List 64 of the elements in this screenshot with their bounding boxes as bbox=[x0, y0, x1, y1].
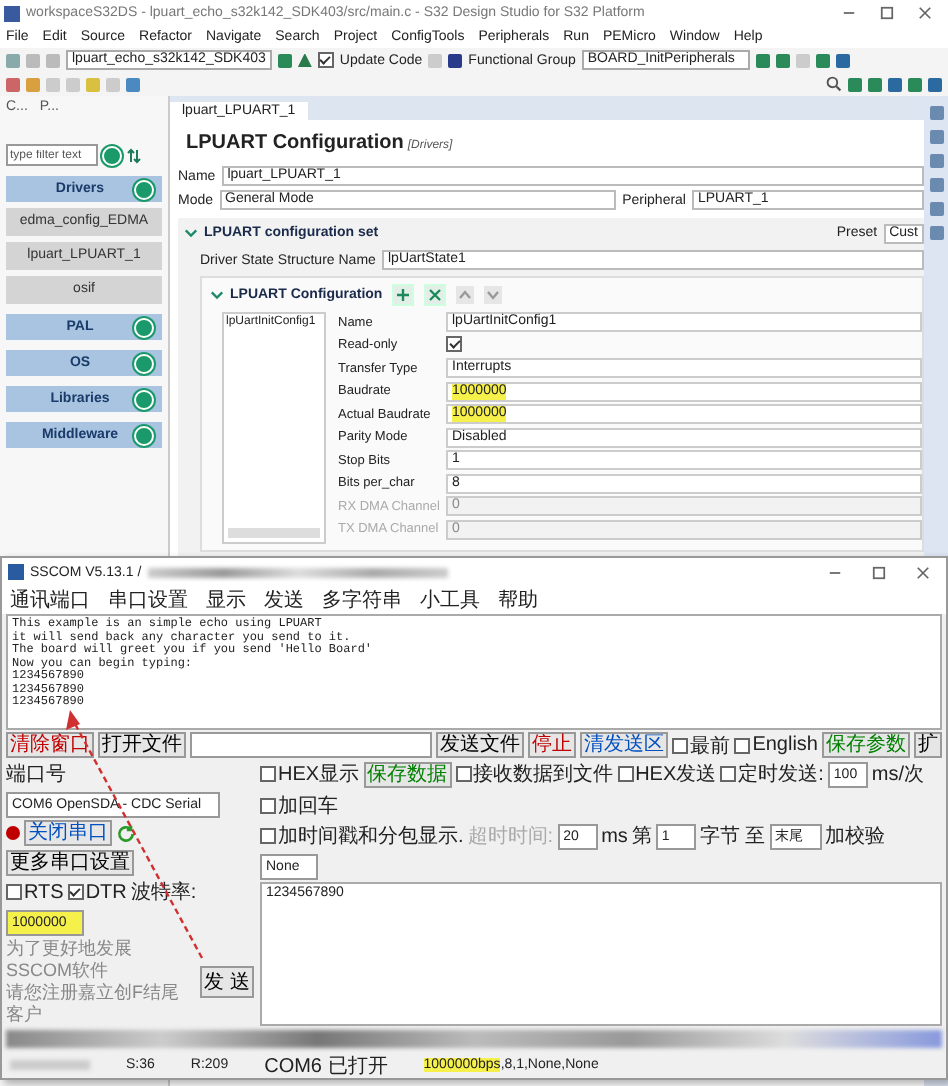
control-label: ms bbox=[601, 825, 628, 847]
blurred-text bbox=[10, 1060, 90, 1070]
checkbox[interactable]: DTR bbox=[67, 881, 127, 903]
send-button[interactable]: 发 送 bbox=[200, 966, 254, 998]
notice-text: 为了更好地发展SSCOM软件 bbox=[6, 938, 134, 982]
control-label: 超时时间: bbox=[467, 823, 554, 850]
toolbar-button[interactable]: 打开文件 bbox=[98, 732, 186, 758]
warning-icon[interactable] bbox=[297, 53, 312, 67]
toolbar-button[interactable]: 清发送区 bbox=[580, 732, 669, 758]
toolbar-button[interactable]: 保存参数 bbox=[822, 732, 910, 758]
property-checkbox[interactable] bbox=[446, 335, 462, 352]
toolbar-button[interactable]: 停止 bbox=[528, 732, 577, 758]
toolbar-button[interactable]: 发送文件 bbox=[436, 732, 525, 758]
app-icon bbox=[8, 564, 24, 580]
close-icon[interactable] bbox=[916, 565, 930, 579]
control-label: ms/次 bbox=[871, 762, 925, 788]
save-data-button[interactable]: 保存数据 bbox=[363, 761, 452, 787]
up-button[interactable] bbox=[456, 286, 475, 304]
receive-area[interactable] bbox=[6, 614, 942, 730]
app-icon bbox=[4, 5, 20, 21]
checkbox[interactable]: HEX显示 bbox=[260, 760, 360, 788]
control-label: 端口号 bbox=[6, 761, 66, 788]
control-label: 波特率: bbox=[130, 879, 197, 906]
checkbox[interactable]: HEX发送 bbox=[617, 760, 717, 788]
control-label: 字节 至 bbox=[699, 823, 766, 850]
menu-item[interactable]: 串口设置 bbox=[108, 586, 188, 614]
square-icon bbox=[448, 53, 463, 67]
remove-button[interactable] bbox=[424, 284, 447, 306]
port-status: COM6 已打开 bbox=[264, 1053, 388, 1079]
update-code-checkbox[interactable] bbox=[317, 52, 334, 68]
serial-button[interactable]: 关闭串口 bbox=[24, 820, 112, 846]
page-heading: LPUART Configuration bbox=[186, 132, 404, 154]
checkbox[interactable]: 最前 bbox=[672, 731, 731, 759]
checkbox[interactable]: 加回车 bbox=[260, 792, 338, 820]
control-label: 第 bbox=[631, 824, 652, 850]
chevron-icon[interactable] bbox=[210, 288, 224, 302]
serial-button[interactable]: 更多串口设置 bbox=[6, 850, 134, 876]
file-path-field[interactable] bbox=[190, 732, 433, 758]
chevron-icon[interactable] bbox=[184, 226, 198, 240]
horizontal-scrollbar[interactable] bbox=[228, 528, 320, 538]
checkbox[interactable]: 加时间戳和分包显示. bbox=[260, 822, 464, 850]
search-icon[interactable] bbox=[826, 76, 842, 92]
menu-item[interactable]: 小工具 bbox=[420, 586, 480, 614]
minimize-icon[interactable] bbox=[842, 6, 856, 20]
status-led-icon bbox=[6, 826, 20, 840]
toolbar-button[interactable]: 扩 bbox=[914, 732, 942, 758]
notice-text: 请您注册嘉立创F结尾客户 bbox=[6, 982, 181, 1026]
menu-item[interactable]: 帮助 bbox=[498, 586, 538, 614]
control-label: 加校验 bbox=[825, 823, 886, 850]
checkbox[interactable]: 接收数据到文件 bbox=[455, 760, 614, 788]
menu-item[interactable]: 发送 bbox=[264, 586, 304, 614]
close-icon[interactable] bbox=[918, 6, 932, 20]
menu-item[interactable]: 显示 bbox=[206, 586, 246, 614]
refresh-icon[interactable] bbox=[116, 823, 136, 843]
maximize-icon[interactable] bbox=[872, 565, 886, 579]
menu-item[interactable]: 多字符串 bbox=[322, 586, 402, 614]
maximize-icon[interactable] bbox=[880, 6, 894, 20]
checkbox[interactable]: English bbox=[734, 734, 818, 756]
add-button[interactable] bbox=[392, 284, 415, 306]
menu-item[interactable]: 通讯端口 bbox=[10, 586, 90, 614]
down-button[interactable] bbox=[484, 286, 503, 304]
sort-icon[interactable] bbox=[126, 147, 142, 163]
checkbox[interactable]: 定时发送: bbox=[720, 760, 824, 788]
checkbox[interactable]: RTS bbox=[6, 881, 64, 903]
